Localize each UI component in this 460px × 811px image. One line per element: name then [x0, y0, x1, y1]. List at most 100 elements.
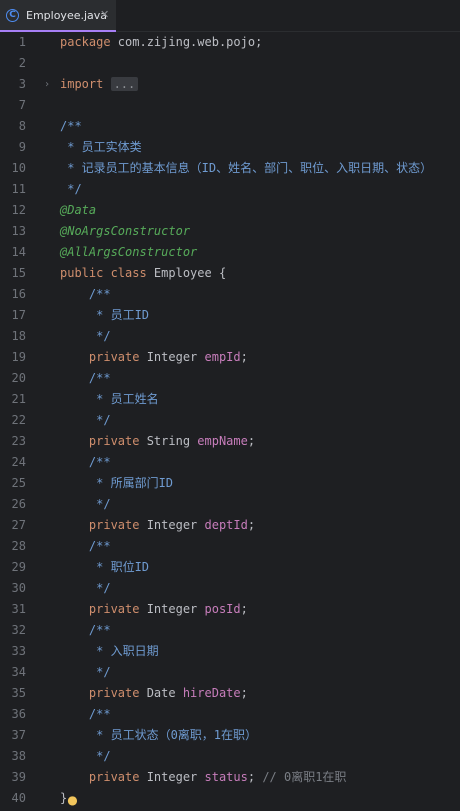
line-number: 35 [11, 686, 26, 700]
code-line[interactable]: 36 /** [0, 704, 460, 725]
code-line[interactable]: 13 @NoArgsConstructor [0, 221, 460, 242]
code-line[interactable]: 25 * 所属部门ID [0, 473, 460, 494]
code-line[interactable]: 39 private Integer status; // 0离职1在职 [0, 767, 460, 788]
code-line[interactable]: 27 private Integer deptId; [0, 515, 460, 536]
code-line[interactable]: 32 /** [0, 620, 460, 641]
code-line[interactable]: 17 * 员工ID [0, 305, 460, 326]
line-number: 22 [11, 413, 26, 427]
code-token: Employee [153, 266, 219, 280]
code-text: /** [60, 620, 111, 641]
code-text: /** [60, 536, 111, 557]
tab-employee-java[interactable]: C Employee.java ✕ [0, 0, 116, 32]
code-text: @NoArgsConstructor [60, 221, 190, 242]
code-token: */ [60, 182, 82, 196]
close-icon[interactable]: ✕ [100, 8, 109, 21]
code-line[interactable]: 24 /** [0, 452, 460, 473]
code-line[interactable]: 37 * 员工状态（0离职，1在职） [0, 725, 460, 746]
line-number: 29 [11, 560, 26, 574]
code-token: * 员工姓名 [60, 392, 159, 406]
code-line[interactable]: 26 */ [0, 494, 460, 515]
code-token: Integer [146, 602, 205, 616]
code-token: com.zijing.web.pojo; [117, 35, 263, 49]
code-token: posId [204, 602, 241, 616]
code-text: @AllArgsConstructor [60, 242, 197, 263]
code-text: * 员工状态（0离职，1在职） [60, 725, 257, 746]
code-line[interactable]: 20 /** [0, 368, 460, 389]
code-token: { [218, 266, 227, 280]
code-text: private Integer posId; [60, 599, 248, 620]
code-token: /** [60, 287, 111, 301]
line-number: 21 [11, 392, 26, 406]
code-text: /** [60, 452, 111, 473]
code-token: */ [60, 497, 111, 511]
line-number: 25 [11, 476, 26, 490]
code-token: private [60, 602, 147, 616]
code-editor[interactable]: 1 package com.zijing.web.pojo; 2 3 › import .… [0, 32, 460, 809]
code-line[interactable]: 34 */ [0, 662, 460, 683]
code-line[interactable]: 12 @Data [0, 200, 460, 221]
code-line[interactable]: 35 private Date hireDate; [0, 683, 460, 704]
line-number: 2 [18, 56, 26, 70]
code-line[interactable]: 33 * 入职日期 [0, 641, 460, 662]
code-line[interactable]: 3 › import ... [0, 74, 460, 95]
code-line[interactable]: 40}● [0, 788, 460, 809]
code-text: /** [60, 116, 82, 137]
line-number: 32 [11, 623, 26, 637]
code-line[interactable]: 31 private Integer posId; [0, 599, 460, 620]
line-number: 7 [18, 98, 26, 112]
line-number: 17 [11, 308, 26, 322]
code-text: * 记录员工的基本信息（ID、姓名、部门、职位、入职日期、状态） [60, 158, 432, 179]
line-number: 28 [11, 539, 26, 553]
line-number: 40 [11, 791, 26, 805]
code-line[interactable]: 10 * 记录员工的基本信息（ID、姓名、部门、职位、入职日期、状态） [0, 158, 460, 179]
line-number: 19 [11, 350, 26, 364]
line-number: 27 [11, 518, 26, 532]
code-token: } [60, 791, 68, 805]
code-line[interactable]: 23 private String empName; [0, 431, 460, 452]
code-token: ; [247, 770, 263, 784]
code-line[interactable]: 15 public class Employee { [0, 263, 460, 284]
code-line[interactable]: 9 * 员工实体类 [0, 137, 460, 158]
line-number: 18 [11, 329, 26, 343]
line-number: 31 [11, 602, 26, 616]
line-number: 23 [11, 434, 26, 448]
code-line[interactable]: 2 [0, 53, 460, 74]
code-token: Date [146, 686, 183, 700]
line-number: 3 [18, 77, 26, 91]
editor-tab-bar: C Employee.java ✕ [0, 0, 460, 32]
code-line[interactable]: 29 * 职位ID [0, 557, 460, 578]
code-line[interactable]: 1 package com.zijing.web.pojo; [0, 32, 460, 53]
line-number: 20 [11, 371, 26, 385]
code-line[interactable]: 8 /** [0, 116, 460, 137]
code-line[interactable]: 7 [0, 95, 460, 116]
code-line[interactable]: 28 /** [0, 536, 460, 557]
code-token: ; [247, 434, 256, 448]
fold-chevron-icon[interactable]: › [44, 74, 50, 95]
code-token: Integer [146, 518, 205, 532]
code-line[interactable]: 11 */ [0, 179, 460, 200]
code-line[interactable]: 38 */ [0, 746, 460, 767]
code-token: * 员工实体类 [60, 140, 142, 154]
code-line[interactable]: 19 private Integer empId; [0, 347, 460, 368]
line-number: 9 [18, 140, 26, 154]
code-token: /** [60, 119, 82, 133]
code-token: Integer [146, 770, 205, 784]
code-text: */ [60, 326, 110, 347]
code-token: */ [60, 413, 111, 427]
code-line[interactable]: 22 */ [0, 410, 460, 431]
code-line[interactable]: 21 * 员工姓名 [0, 389, 460, 410]
line-number: 30 [11, 581, 26, 595]
code-text: public class Employee { [60, 263, 226, 284]
code-line[interactable]: 30 */ [0, 578, 460, 599]
code-line[interactable]: 16 /** [0, 284, 460, 305]
code-text: * 员工姓名 [60, 389, 159, 410]
line-number: 24 [11, 455, 26, 469]
line-number: 14 [11, 245, 26, 259]
code-text: private Integer deptId; [60, 515, 255, 536]
code-line[interactable]: 14 @AllArgsConstructor [0, 242, 460, 263]
code-token: * 记录员工的基本信息（ID、姓名、部门、职位、入职日期、状态） [60, 161, 433, 175]
code-line[interactable]: 18 */ [0, 326, 460, 347]
code-token: ; [240, 350, 248, 364]
line-number: 38 [11, 749, 26, 763]
code-token: */ [60, 749, 111, 763]
